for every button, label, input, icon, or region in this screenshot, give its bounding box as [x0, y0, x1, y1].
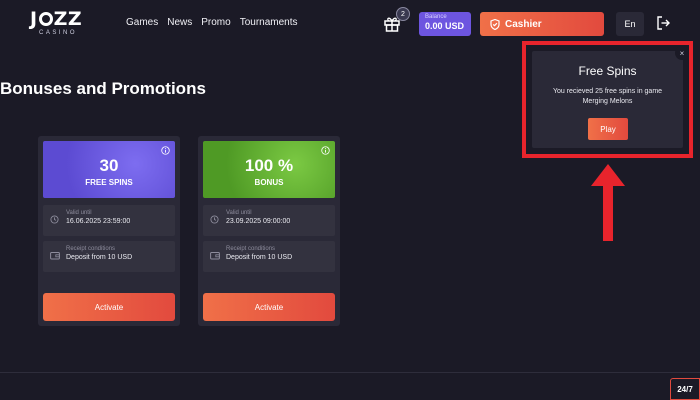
main-nav: Games News Promo Tournaments: [126, 17, 298, 28]
shield-check-icon: [490, 18, 500, 30]
activate-button[interactable]: Activate: [203, 293, 335, 321]
logo-letter-j: J: [30, 8, 38, 30]
footer-divider: [0, 372, 700, 373]
wallet-icon: [210, 252, 220, 260]
bonus-subline: BONUS: [254, 178, 284, 187]
free-spins-notification: Free Spins You recieved 25 free spins in…: [532, 51, 683, 148]
logout-icon[interactable]: [655, 15, 671, 31]
language-selector[interactable]: En: [616, 12, 644, 36]
bonus-card-deposit-bonus: 100 % BONUS Valid until 23.09.2025 09:00…: [198, 136, 340, 326]
logo-chip-icon: [38, 12, 53, 26]
notification-message: You recieved 25 free spins in game Mergi…: [552, 88, 663, 105]
red-arrow-icon: [591, 164, 625, 241]
receipt-conditions-row: Receipt conditions Deposit from 10 USD: [43, 241, 175, 272]
valid-until-row: Valid until 16.06.2025 23:59:00: [43, 205, 175, 236]
valid-until-value: 16.06.2025 23:59:00: [66, 218, 131, 225]
casino-logo[interactable]: J ZZ CASINO: [30, 10, 86, 38]
balance-display[interactable]: Balance 0.00 USD: [419, 12, 471, 36]
play-button[interactable]: Play: [588, 118, 628, 140]
close-icon[interactable]: ×: [675, 46, 689, 60]
page-title: Bonuses and Promotions: [0, 79, 206, 98]
receipt-conditions-value: Deposit from 10 USD: [66, 254, 133, 261]
logo-subtitle: CASINO: [38, 30, 77, 36]
receipt-conditions-row: Receipt conditions Deposit from 10 USD: [203, 241, 335, 272]
support-tab[interactable]: 24/7: [670, 378, 700, 400]
nav-tournaments[interactable]: Tournaments: [240, 17, 298, 28]
clock-icon: [210, 215, 219, 224]
notification-title: Free Spins: [578, 64, 637, 78]
receipt-conditions-value: Deposit from 10 USD: [226, 254, 293, 261]
cashier-label: Cashier: [505, 18, 542, 30]
activate-button[interactable]: Activate: [43, 293, 175, 321]
nav-promo[interactable]: Promo: [201, 17, 230, 28]
bonus-card-free-spins: 30 FREE SPINS Valid until 16.06.2025 23:…: [38, 136, 180, 326]
wallet-icon: [50, 252, 60, 260]
receipt-conditions-label: Receipt conditions: [226, 246, 276, 252]
gift-count-badge: 2: [396, 7, 410, 21]
bonus-subline: FREE SPINS: [85, 178, 133, 187]
bonus-banner: 100 % BONUS: [203, 141, 335, 198]
valid-until-row: Valid until 23.09.2025 09:00:00: [203, 205, 335, 236]
bonus-banner: 30 FREE SPINS: [43, 141, 175, 198]
info-icon[interactable]: [321, 146, 330, 155]
logo-letters-zz: ZZ: [53, 8, 83, 30]
bonus-headline: 30: [99, 156, 119, 175]
balance-value: 0.00 USD: [425, 21, 465, 31]
clock-icon: [50, 215, 59, 224]
valid-until-label: Valid until: [226, 210, 252, 216]
nav-news[interactable]: News: [167, 17, 192, 28]
info-icon[interactable]: [161, 146, 170, 155]
valid-until-label: Valid until: [66, 210, 92, 216]
bonus-headline: 100 %: [244, 156, 294, 175]
receipt-conditions-label: Receipt conditions: [66, 246, 116, 252]
balance-label: Balance: [425, 14, 447, 20]
cashier-button[interactable]: Cashier: [480, 12, 604, 36]
valid-until-value: 23.09.2025 09:00:00: [226, 218, 291, 225]
nav-games[interactable]: Games: [126, 17, 158, 28]
